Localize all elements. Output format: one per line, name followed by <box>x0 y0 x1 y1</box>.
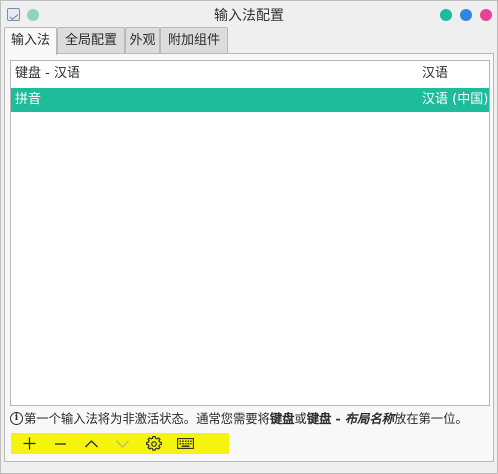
chevron-down-icon <box>116 440 129 448</box>
input-methods-panel: 键盘 - 汉语 汉语 拼音 汉语 (中国) i 第一个输入法将为非激活状态。通常… <box>4 53 494 462</box>
remove-button[interactable] <box>46 433 76 454</box>
titlebar[interactable]: 输入法配置 <box>1 1 497 28</box>
add-button[interactable] <box>15 433 45 454</box>
tab-input-methods[interactable]: 输入法 <box>4 27 57 55</box>
configure-button[interactable] <box>139 433 169 454</box>
hint-text-part: 放在第一位。 <box>393 411 468 426</box>
hint-message: i 第一个输入法将为非激活状态。通常您需要将键盘或键盘 - 布局名称放在第一位。 <box>10 410 492 428</box>
list-item-selected[interactable]: 拼音 汉语 (中国) <box>11 88 489 112</box>
move-down-button[interactable] <box>108 433 138 454</box>
minus-icon <box>55 443 66 445</box>
hint-keyboard-layout: 键盘 - <box>306 411 345 426</box>
tab-appearance[interactable]: 外观 <box>125 27 160 54</box>
hint-text-part: 第一个输入法将为非激活状态。通常您需要将 <box>24 411 270 426</box>
keyboard-icon <box>177 438 194 449</box>
move-up-button[interactable] <box>77 433 107 454</box>
tab-addons[interactable]: 附加组件 <box>160 27 228 54</box>
maximize-button[interactable] <box>460 9 472 21</box>
plus-icon <box>23 437 36 450</box>
info-icon: i <box>10 412 23 425</box>
list-toolbar <box>11 433 229 454</box>
hint-text-part: 或 <box>294 411 307 426</box>
tab-global-config[interactable]: 全局配置 <box>57 27 125 54</box>
hint-keyboard: 键盘 <box>269 411 295 426</box>
input-method-config-window: 输入法配置 输入法 全局配置 外观 附加组件 键盘 - 汉语 汉语 拼音 汉语 … <box>0 0 498 474</box>
input-method-language: 汉语 <box>422 66 449 81</box>
window-title: 输入法配置 <box>214 8 284 24</box>
keyboard-layout-button[interactable] <box>170 433 200 454</box>
hint-layout-name: 布局名称 <box>344 411 394 426</box>
input-method-name: 键盘 - 汉语 <box>15 66 80 81</box>
minimize-button[interactable] <box>440 9 452 21</box>
input-method-name: 拼音 <box>15 92 42 107</box>
close-button[interactable] <box>480 9 492 21</box>
input-method-language: 汉语 (中国) <box>422 92 489 107</box>
input-method-list[interactable]: 键盘 - 汉语 汉语 拼音 汉语 (中国) <box>10 60 490 406</box>
hint-text: 第一个输入法将为非激活状态。通常您需要将键盘或键盘 - 布局名称放在第一位。 <box>24 410 468 428</box>
gear-icon <box>146 436 162 451</box>
list-item[interactable]: 键盘 - 汉语 汉语 <box>11 62 489 86</box>
chevron-up-icon <box>85 440 98 448</box>
